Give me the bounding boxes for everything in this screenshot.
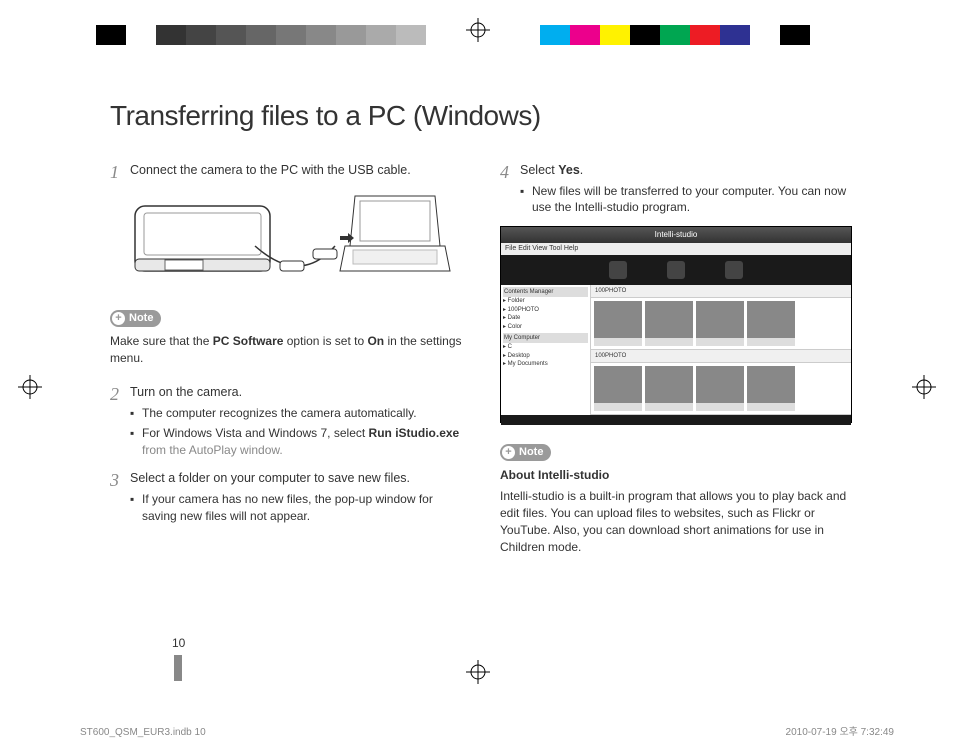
intelli-studio-screenshot: Intelli-studio File Edit View Tool Help … xyxy=(500,226,852,423)
step-number: 2 xyxy=(110,384,130,458)
right-column: 4 Select Yes. ▪New files will be transfe… xyxy=(500,162,860,555)
registration-mark-icon xyxy=(18,375,42,406)
page-title: Transferring files to a PC (Windows) xyxy=(110,100,860,132)
note-badge: + Note xyxy=(500,444,551,461)
color-calibration-bar-right xyxy=(540,25,810,45)
step-text: Select Yes. xyxy=(520,162,860,180)
step-text: Connect the camera to the PC with the US… xyxy=(130,162,470,181)
note-2-heading: About Intelli-studio xyxy=(500,467,860,484)
step-text: Select a folder on your computer to save… xyxy=(130,470,470,488)
step-3: 3 Select a folder on your computer to sa… xyxy=(110,470,470,524)
app-main: 100PHOTO 100PHOTO xyxy=(591,285,851,415)
manual-page: Transferring files to a PC (Windows) 1 C… xyxy=(110,100,860,555)
step-2-sub-1: ▪The computer recognizes the camera auto… xyxy=(130,405,470,422)
step-4: 4 Select Yes. ▪New files will be transfe… xyxy=(500,162,860,216)
step-number: 1 xyxy=(110,162,130,181)
left-column: 1 Connect the camera to the PC with the … xyxy=(110,162,470,555)
step-2: 2 Turn on the camera. ▪The computer reco… xyxy=(110,384,470,458)
app-toolbar xyxy=(501,255,851,285)
step-4-sub-1: ▪New files will be transferred to your c… xyxy=(520,183,860,217)
step-2-sub-2: ▪For Windows Vista and Windows 7, select… xyxy=(130,425,470,459)
step-text: Turn on the camera. xyxy=(130,384,470,402)
step-3-sub-1: ▪If your camera has no new files, the po… xyxy=(130,491,470,525)
note-badge: + Note xyxy=(110,310,161,327)
note-label: Note xyxy=(519,445,543,460)
footer-timestamp: 2010-07-19 오후 7:32:49 xyxy=(786,723,894,738)
app-titlebar: Intelli-studio xyxy=(501,227,851,243)
app-sidebar: Contents Manager ▸ Folder▸ 100PHOTO▸ Dat… xyxy=(501,285,591,415)
camera-usb-laptop-illustration xyxy=(130,191,470,297)
registration-mark-icon xyxy=(466,18,490,49)
registration-mark-icon xyxy=(466,660,490,691)
app-menubar: File Edit View Tool Help xyxy=(501,243,851,255)
page-number: 10 xyxy=(172,636,185,650)
note-label: Note xyxy=(129,311,153,326)
step-number: 3 xyxy=(110,470,130,524)
page-number-bar xyxy=(174,655,182,681)
note-1-text: Make sure that the PC Software option is… xyxy=(110,333,470,367)
step-number: 4 xyxy=(500,162,520,216)
note-2-body: Intelli-studio is a built-in program tha… xyxy=(500,488,860,555)
plus-icon: + xyxy=(502,446,515,459)
step-1: 1 Connect the camera to the PC with the … xyxy=(110,162,470,181)
color-calibration-bar-left xyxy=(96,25,426,45)
footer-filename: ST600_QSM_EUR3.indb 10 xyxy=(80,727,206,738)
registration-mark-icon xyxy=(912,375,936,406)
plus-icon: + xyxy=(112,312,125,325)
